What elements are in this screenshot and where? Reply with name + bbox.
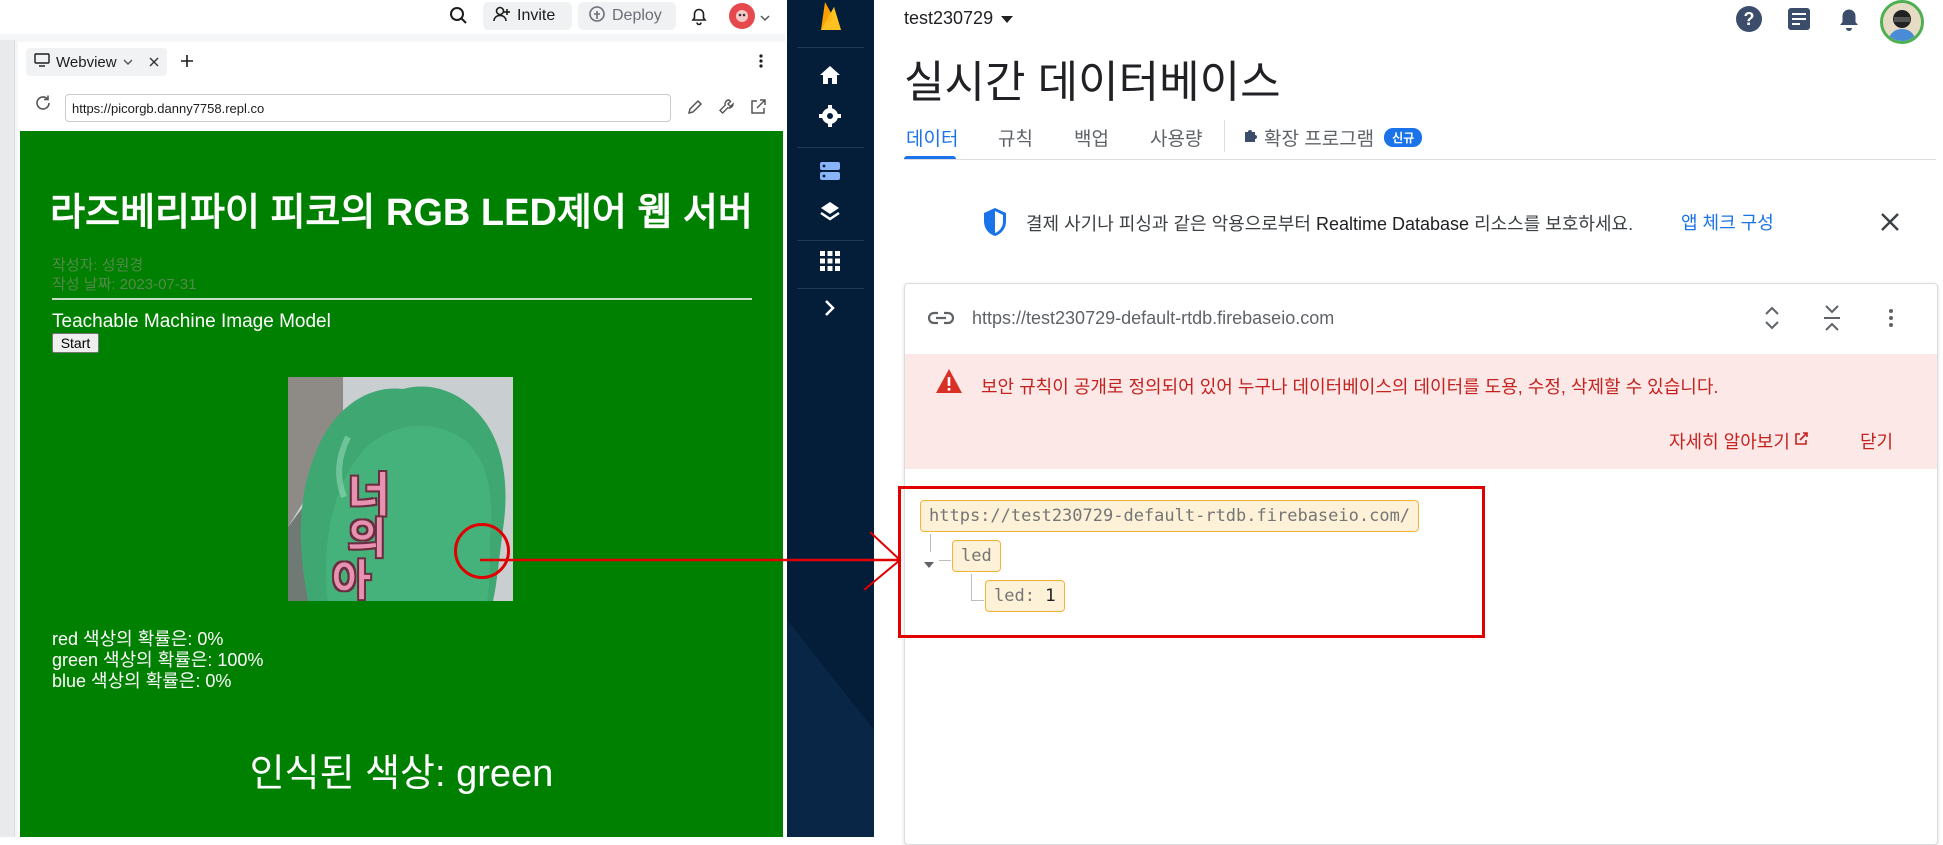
link-icon (927, 310, 955, 331)
divider (52, 298, 752, 300)
chevron-down-icon[interactable] (760, 10, 770, 28)
chevron-right-icon[interactable] (823, 299, 837, 322)
security-warning-text: 보안 규칙이 공개로 정의되어 있어 누구나 데이터베이스의 데이터를 도용, … (981, 377, 1719, 397)
replit-header: Invite Deploy (0, 0, 785, 34)
tab-extensions[interactable]: 확장 프로그램 신규 (1242, 124, 1423, 151)
more-vert-icon[interactable] (1888, 308, 1894, 333)
svg-text:?: ? (1744, 9, 1755, 29)
probability-blue: blue 색상의 확률은: 0% (52, 671, 232, 691)
security-warning-banner: 보안 규칙이 공개로 정의되어 있어 누구나 데이터베이스의 데이터를 도용, … (905, 354, 1937, 469)
warning-icon (935, 368, 963, 399)
help-icon[interactable]: ? (1735, 5, 1763, 38)
learn-more-link[interactable]: 자세히 알아보기 (1669, 428, 1809, 454)
avatar[interactable] (729, 3, 755, 29)
project-name: test230729 (904, 8, 994, 28)
database-icon[interactable] (819, 160, 841, 187)
replit-workspace: Invite Deploy Webview https://picorgb.da… (0, 0, 785, 837)
tab-data[interactable]: 데이터 (906, 124, 958, 151)
tab-label: Webview (56, 53, 117, 71)
start-button[interactable]: Start (52, 333, 99, 353)
collapse-icon[interactable] (1823, 304, 1841, 337)
database-url: https://test230729-default-rtdb.firebase… (972, 308, 1335, 328)
monitor-icon (34, 53, 50, 71)
tabs-divider (904, 159, 1936, 160)
detected-color-text: 인식된 색상: green (249, 753, 554, 795)
wrench-icon[interactable] (718, 98, 736, 121)
account-avatar[interactable] (1880, 0, 1924, 44)
model-label: Teachable Machine Image Model (52, 311, 331, 332)
new-badge: 신규 (1384, 128, 1423, 147)
close-icon[interactable] (1880, 212, 1900, 237)
sidebar-decoration (787, 620, 874, 837)
page-title: 실시간 데이터베이스 (904, 58, 1281, 107)
tab-rules[interactable]: 규칙 (998, 124, 1033, 151)
expand-icon[interactable] (1763, 304, 1781, 337)
invite-button[interactable]: Invite (483, 2, 572, 30)
invite-label: Invite (517, 7, 556, 24)
annotation-highlight-box (898, 486, 1485, 638)
date-text: 작성 날짜: 2023-07-31 (52, 276, 197, 293)
page-title: 라즈베리파이 피코의 RGB LED제어 웹 서버 (50, 192, 753, 234)
search-icon[interactable] (449, 6, 469, 31)
release-notes-icon[interactable] (1786, 6, 1812, 37)
extensions-label: 확장 프로그램 (1264, 129, 1375, 150)
project-selector[interactable]: test230729 (904, 8, 1014, 29)
chevron-down-icon[interactable] (123, 54, 133, 71)
puzzle-icon (1242, 126, 1260, 150)
app-check-message: 결제 사기나 피싱과 같은 악용으로부터 Realtime Database 리… (1026, 214, 1634, 234)
home-icon[interactable] (818, 64, 842, 91)
tab-usage[interactable]: 사용량 (1150, 124, 1202, 151)
apps-grid-icon[interactable] (819, 250, 841, 277)
open-external-icon (1793, 431, 1809, 452)
shield-icon (982, 207, 1008, 242)
gear-icon[interactable] (818, 104, 842, 133)
edit-icon[interactable] (686, 98, 704, 121)
webview-content: 라즈베리파이 피코의 RGB LED제어 웹 서버 작성자: 성원경 작성 날짜… (20, 131, 783, 837)
tab-backups[interactable]: 백업 (1074, 124, 1109, 151)
refresh-icon[interactable] (34, 94, 52, 117)
firebase-nav-sidebar (787, 0, 874, 837)
dropdown-arrow-icon (1001, 8, 1014, 29)
pane-tabbar: Webview (18, 42, 785, 83)
add-user-icon (493, 5, 511, 28)
tab-webview[interactable]: Webview (26, 48, 167, 76)
url-input[interactable] (65, 94, 671, 122)
dismiss-warning-button[interactable]: 닫기 (1860, 428, 1893, 454)
handwriting-char-3: 아 (332, 557, 371, 601)
annotation-arrow (480, 531, 902, 590)
firebase-logo-icon[interactable] (819, 0, 843, 37)
close-icon[interactable] (149, 54, 159, 71)
bell-icon[interactable] (1836, 5, 1862, 38)
deploy-button[interactable]: Deploy (578, 2, 676, 30)
deploy-label: Deploy (612, 7, 662, 24)
author-text: 작성자: 성원경 (52, 257, 144, 274)
open-external-icon[interactable] (749, 98, 767, 121)
deploy-icon (588, 5, 606, 28)
firebase-console: test230729 ? 실시간 데이터베이스 데이터 규칙 백업 사용량 확장… (874, 0, 1943, 845)
more-vert-icon[interactable] (758, 53, 764, 74)
extensions-stack-icon[interactable] (819, 200, 841, 229)
configure-app-check-link[interactable]: 앱 체크 구성 (1681, 209, 1774, 235)
bell-icon[interactable] (689, 6, 709, 31)
tab-separator (1224, 120, 1225, 152)
panel-resize-edge[interactable] (0, 40, 15, 837)
new-tab-icon[interactable] (179, 53, 195, 74)
